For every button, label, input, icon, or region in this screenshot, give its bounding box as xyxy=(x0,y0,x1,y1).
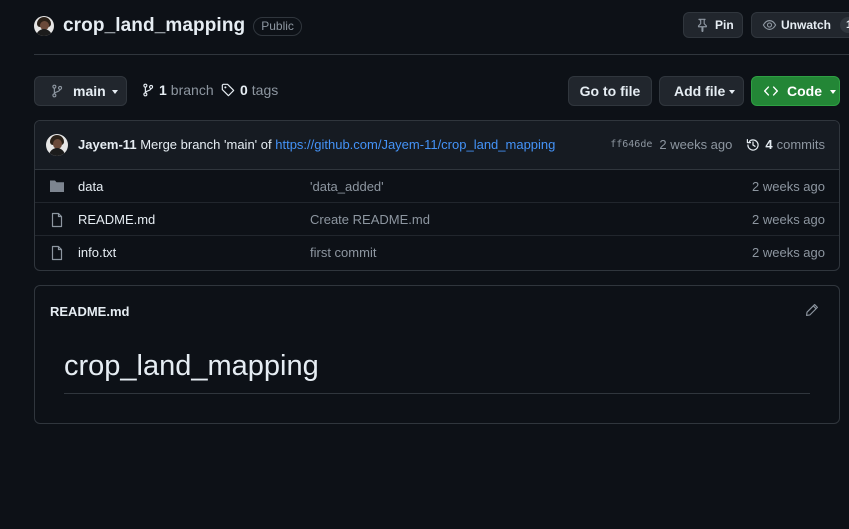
watch-counter: 1 xyxy=(840,17,849,33)
branch-select-button[interactable]: main xyxy=(34,76,127,106)
code-label: Code xyxy=(787,83,822,99)
visibility-badge: Public xyxy=(253,16,302,36)
eye-icon xyxy=(762,18,777,32)
file-commit-message[interactable]: Create README.md xyxy=(310,212,430,227)
add-file-label: Add file xyxy=(674,83,726,99)
unwatch-button[interactable]: Unwatch 1 xyxy=(751,12,849,38)
branch-count-label: branch xyxy=(170,82,214,98)
commits-label: commits xyxy=(776,137,825,152)
repo-header: crop_land_mapping Public xyxy=(34,14,302,38)
chevron-down-icon xyxy=(830,90,836,94)
readme-heading-rule xyxy=(64,393,810,394)
go-to-file-button[interactable]: Go to file xyxy=(568,76,652,106)
file-time: 2 weeks ago xyxy=(752,212,825,227)
tag-count-label: tags xyxy=(251,82,279,98)
readme-filename-link[interactable]: README.md xyxy=(50,304,129,319)
branch-name: main xyxy=(73,83,106,99)
unwatch-label: Unwatch xyxy=(781,18,832,32)
commit-message-link[interactable]: https://github.com/Jayem-11/crop_land_ma… xyxy=(275,137,555,152)
commit-time: 2 weeks ago xyxy=(659,137,733,152)
tag-icon xyxy=(221,83,235,97)
readme-panel: README.md crop_land_mapping xyxy=(34,285,840,424)
file-browser: Jayem-11 Merge branch 'main' of https://… xyxy=(34,120,840,271)
owner-avatar[interactable] xyxy=(34,16,54,36)
file-row[interactable]: data 'data_added' 2 weeks ago xyxy=(35,170,839,203)
commit-message[interactable]: Merge branch 'main' of xyxy=(140,137,271,152)
history-icon xyxy=(746,138,760,152)
readme-heading: crop_land_mapping xyxy=(64,350,319,382)
file-name-link[interactable]: info.txt xyxy=(78,245,116,260)
pencil-icon[interactable] xyxy=(805,303,819,317)
file-time: 2 weeks ago xyxy=(752,245,825,260)
commit-summary: Jayem-11 Merge branch 'main' of https://… xyxy=(78,137,555,152)
commit-meta: ff646de 2 weeks ago 4 commits xyxy=(610,137,825,152)
commit-count: 4 xyxy=(765,137,773,152)
file-commit-message[interactable]: 'data_added' xyxy=(310,179,384,194)
file-name-link[interactable]: README.md xyxy=(78,212,155,227)
commit-sha-link[interactable]: ff646de xyxy=(610,139,652,150)
file-icon xyxy=(49,245,65,261)
add-file-button[interactable]: Add file xyxy=(659,76,744,106)
repo-name-link[interactable]: crop_land_mapping xyxy=(63,15,245,37)
file-time: 2 weeks ago xyxy=(752,179,825,194)
tag-count: 0 xyxy=(240,82,248,98)
git-branch-icon xyxy=(142,83,154,97)
latest-commit-bar: Jayem-11 Merge branch 'main' of https://… xyxy=(35,121,839,170)
code-icon xyxy=(764,85,778,97)
branches-link[interactable]: 1 branch xyxy=(142,82,214,98)
folder-icon xyxy=(49,179,65,193)
code-button[interactable]: Code xyxy=(751,76,840,106)
git-branch-icon xyxy=(51,84,63,98)
branch-count: 1 xyxy=(159,82,167,98)
file-icon xyxy=(49,212,65,228)
chevron-down-icon xyxy=(111,90,118,94)
pin-label: Pin xyxy=(715,18,734,32)
pin-button[interactable]: Pin xyxy=(683,12,743,38)
pin-icon xyxy=(695,18,709,32)
chevron-down-icon xyxy=(729,90,736,94)
file-row[interactable]: info.txt first commit 2 weeks ago xyxy=(35,236,839,269)
file-name-link[interactable]: data xyxy=(78,179,103,194)
header-divider xyxy=(34,54,849,55)
commit-author-link[interactable]: Jayem-11 xyxy=(78,137,137,152)
file-row[interactable]: README.md Create README.md 2 weeks ago xyxy=(35,203,839,236)
commit-author-avatar[interactable] xyxy=(46,134,68,156)
commits-history-link[interactable]: 4 commits xyxy=(746,137,825,152)
tags-link[interactable]: 0 tags xyxy=(221,82,278,98)
file-commit-message[interactable]: first commit xyxy=(310,245,376,260)
